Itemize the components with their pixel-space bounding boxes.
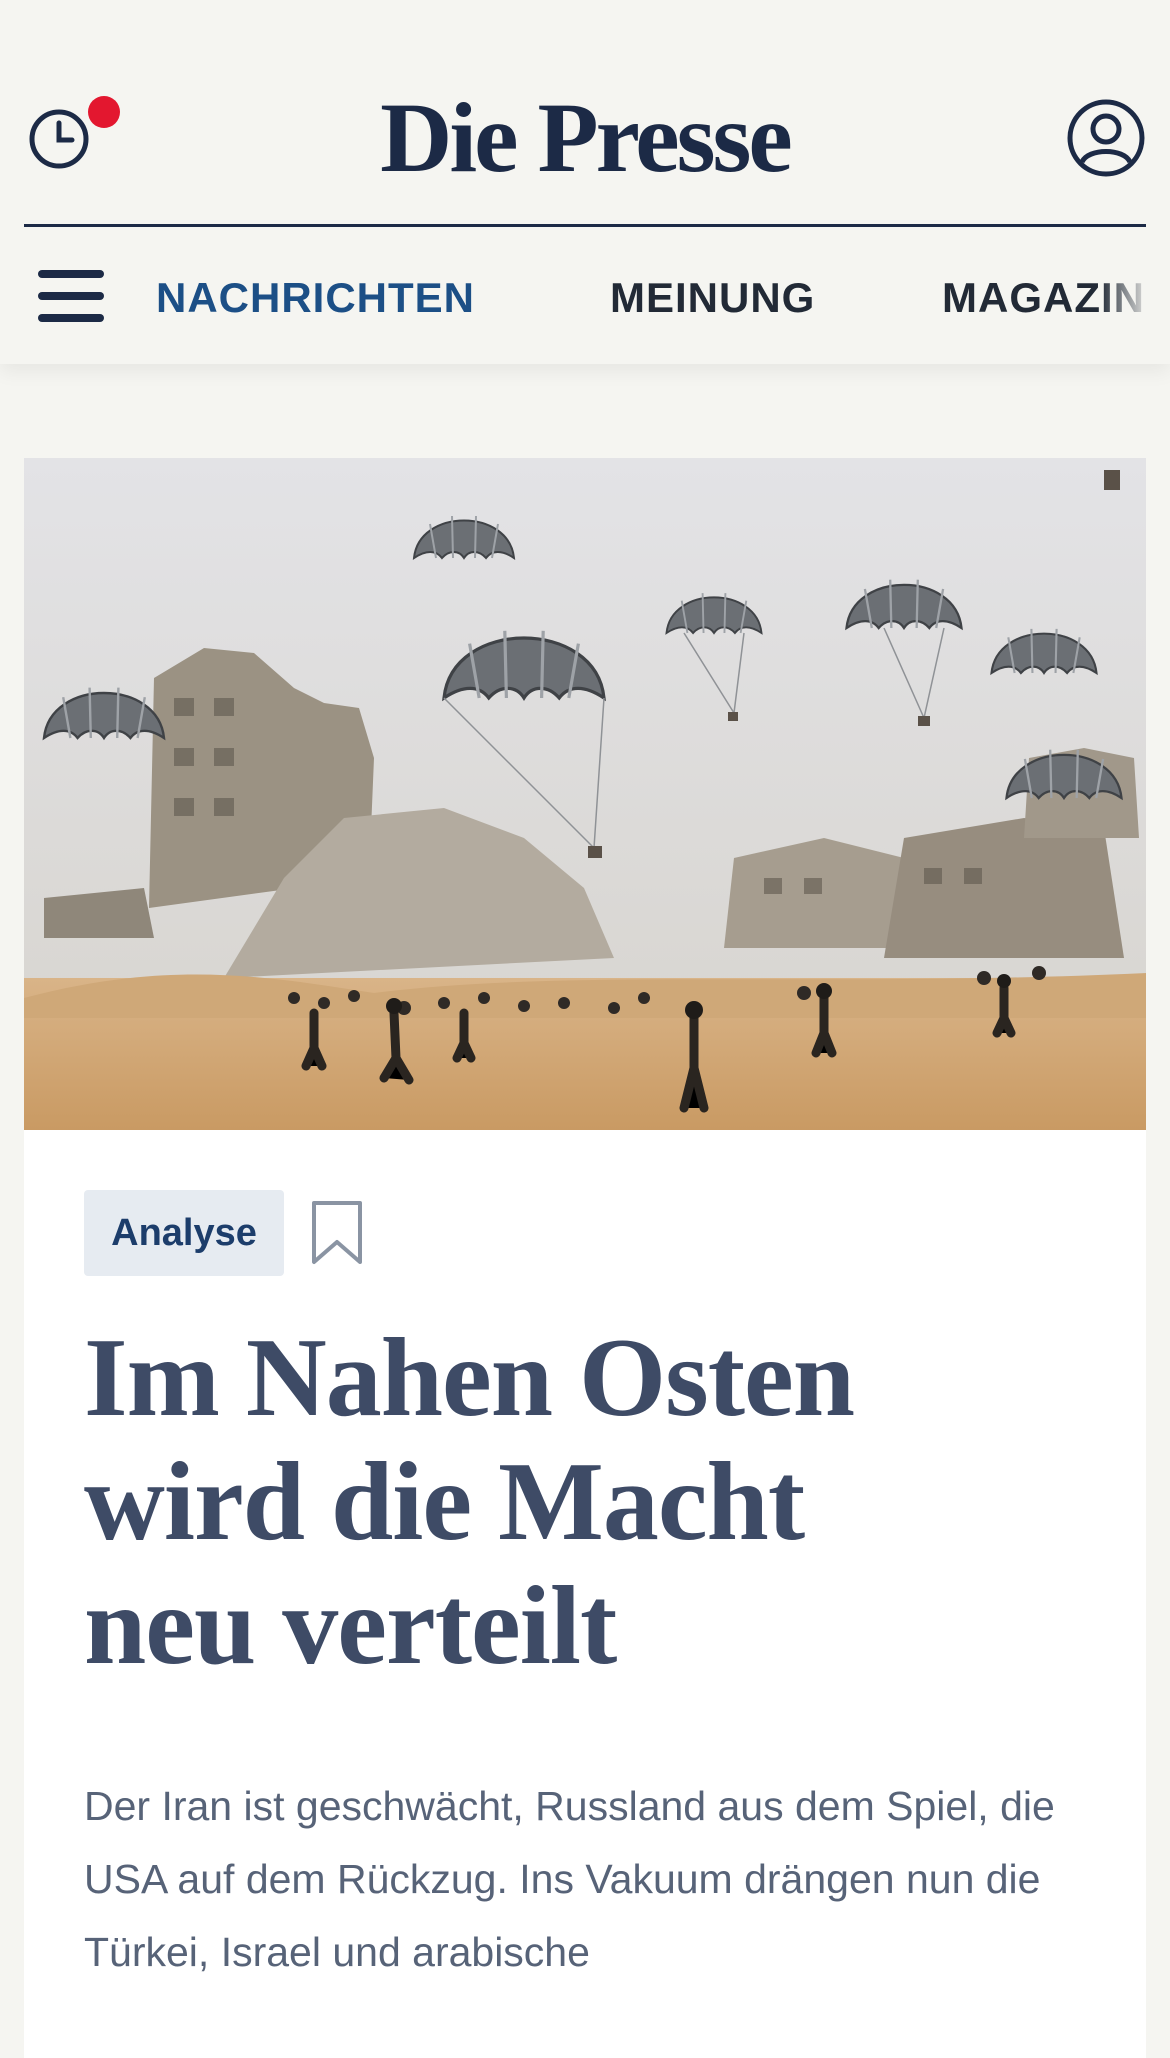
category-badge[interactable]: Analyse [84, 1190, 284, 1276]
clock-icon [29, 109, 89, 169]
top-bar: Die Presse [0, 0, 1170, 226]
account-button[interactable] [1066, 98, 1146, 178]
logo-text[interactable]: Die Presse [380, 82, 793, 193]
menu-button[interactable] [38, 270, 106, 326]
headline-line-1: Im Nahen Osten [84, 1316, 855, 1440]
hero-photo [24, 458, 1146, 1130]
hero-image [24, 458, 1146, 1130]
history-button[interactable] [28, 96, 120, 178]
headline-line-3: neu verteilt [84, 1564, 617, 1688]
bookmark-icon [312, 1201, 362, 1264]
nav-fade [1100, 240, 1170, 350]
article-teaser: Der Iran ist geschwächt, Russland aus de… [84, 1783, 1055, 1975]
article-headline[interactable]: Im Nahen Osten wird die Macht neu vertei… [84, 1316, 1084, 1688]
bookmark-button[interactable] [310, 1200, 364, 1266]
site-logo: Die Presse [0, 78, 1170, 198]
nav-item-nachrichten[interactable]: NACHRICHTEN [156, 272, 475, 324]
headline-line-2: wird die Macht [84, 1440, 805, 1564]
article-card[interactable]: Analyse Im Nahen Osten wird die Macht ne… [24, 458, 1146, 2058]
notification-dot [88, 96, 120, 128]
hamburger-icon-line [38, 292, 104, 300]
user-icon [1067, 99, 1145, 177]
hamburger-icon [38, 270, 104, 278]
main-nav: NACHRICHTEN MEINUNG MAGAZIN [0, 240, 1170, 350]
header-divider [24, 224, 1146, 227]
nav-item-meinung[interactable]: MEINUNG [610, 272, 815, 324]
site-header: Die Presse NACHRICHTEN MEINUNG MAGAZIN [0, 0, 1170, 364]
hamburger-icon-line [38, 314, 104, 322]
